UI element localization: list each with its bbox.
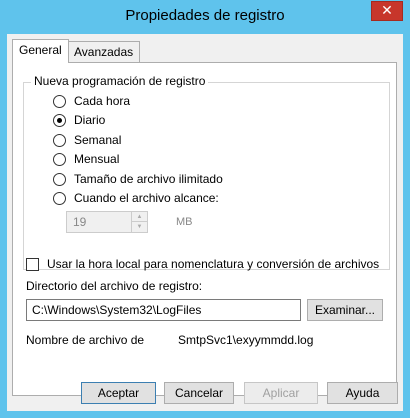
browse-button[interactable]: Examinar... [307,299,383,321]
radio-label: Mensual [74,152,120,166]
local-time-checkbox[interactable] [26,257,39,271]
apply-button[interactable]: Aplicar [244,382,318,404]
filename-value: SmtpSvc1\exyymmdd.log [178,333,314,347]
close-button[interactable]: ✕ [371,1,403,21]
directory-input[interactable]: C:\Windows\System32\LogFiles [26,299,301,321]
radio-button[interactable] [53,133,66,147]
accept-button[interactable]: Aceptar [81,382,156,404]
radio-label: Diario [74,113,106,127]
size-unit-label: MB [176,216,193,228]
tab-avanzadas[interactable]: Avanzadas [67,41,141,63]
cancel-button[interactable]: Cancelar [164,382,234,404]
radio-label: Cuando el archivo alcance: [74,191,219,205]
radio-label: Cada hora [74,94,131,108]
local-time-label: Usar la hora local para nomenclatura y c… [47,257,380,271]
local-time-option[interactable]: Usar la hora local para nomenclatura y c… [26,257,379,271]
close-icon: ✕ [381,2,393,18]
radio-button-selected[interactable] [53,113,66,127]
radio-daily[interactable]: Diario [53,112,105,128]
size-limit-value: 19 [73,215,87,229]
stepper-buttons: ▲ ▼ [131,212,147,232]
radio-button[interactable] [53,172,66,186]
radio-button[interactable] [53,94,66,108]
radio-weekly[interactable]: Semanal [53,132,121,148]
radio-size-limit[interactable]: Cuando el archivo alcance: [53,190,219,206]
tab-general[interactable]: General [12,39,69,63]
radio-label: Semanal [74,133,122,147]
dialog-window: Propiedades de registro ✕ General Avanza… [0,0,410,418]
help-button[interactable]: Ayuda [327,382,398,404]
directory-label: Directorio del archivo de registro: [26,279,203,293]
radio-hourly[interactable]: Cada hora [53,93,130,109]
window-title: Propiedades de registro [125,7,285,24]
dialog-client: General Avanzadas Nueva programación de … [7,34,403,411]
filename-label: Nombre de archivo de [26,333,145,347]
radio-button[interactable] [53,191,66,205]
radio-label: Tamaño de archivo ilimitado [74,172,223,186]
radio-monthly[interactable]: Mensual [53,151,119,167]
chevron-down-icon[interactable]: ▼ [132,222,147,232]
radio-unlimited-size[interactable]: Tamaño de archivo ilimitado [53,171,223,187]
schedule-legend: Nueva programación de registro [31,74,209,88]
chevron-up-icon[interactable]: ▲ [132,212,147,222]
title-bar[interactable]: Propiedades de registro ✕ [0,0,410,34]
size-limit-stepper[interactable]: 19 ▲ ▼ [66,211,148,233]
radio-button[interactable] [53,152,66,166]
